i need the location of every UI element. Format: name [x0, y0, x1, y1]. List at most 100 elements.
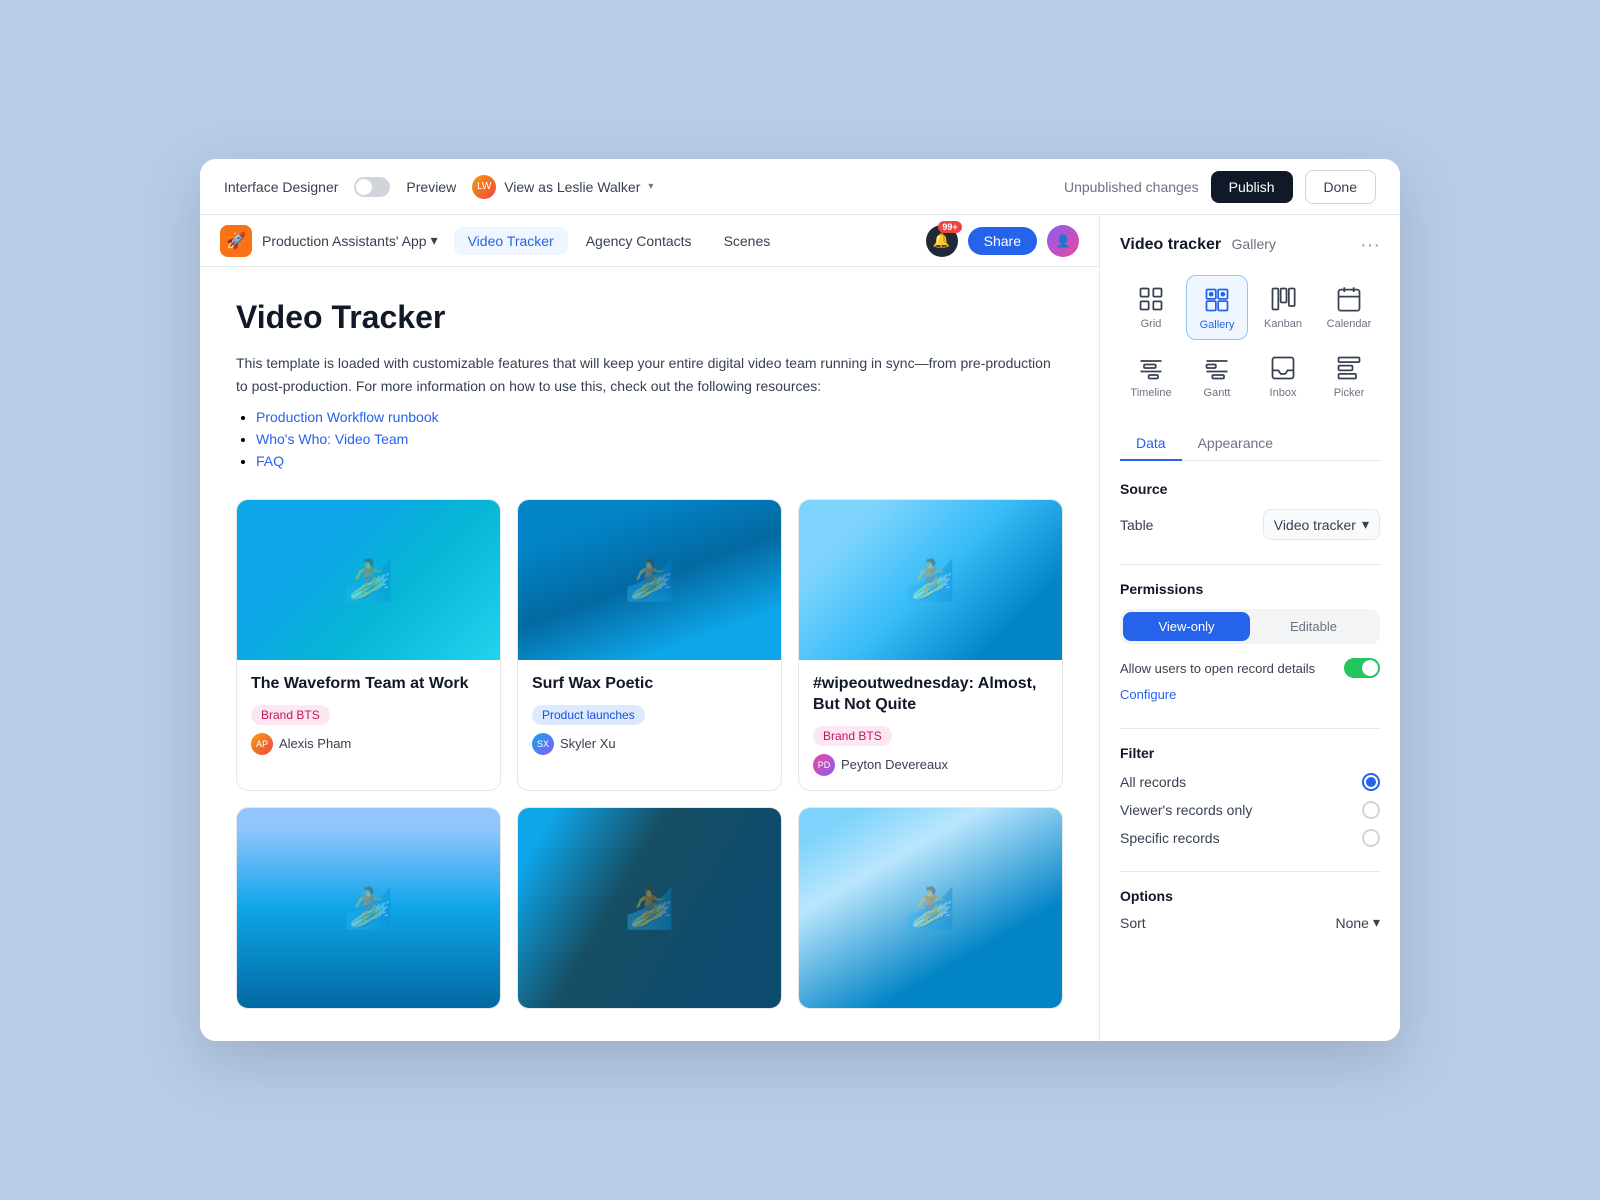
- app-icon: 🚀: [220, 225, 252, 257]
- view-timeline[interactable]: Timeline: [1120, 344, 1182, 407]
- page-description: This template is loaded with customizabl…: [236, 352, 1063, 397]
- nav-bar: 🚀 Production Assistants' App ▾ Video Tra…: [200, 215, 1099, 267]
- card-image-4: [237, 808, 500, 1008]
- view-picker[interactable]: Picker: [1318, 344, 1380, 407]
- permissions-toggle: View-only Editable: [1120, 609, 1380, 644]
- radio-viewers-records[interactable]: [1362, 801, 1380, 819]
- card-tag: Brand BTS: [251, 705, 330, 725]
- gallery-grid: The Waveform Team at Work Brand BTS AP A…: [236, 499, 1063, 1009]
- divider: [1120, 564, 1380, 565]
- grid-icon: [1137, 285, 1165, 313]
- radio-all-records[interactable]: [1362, 773, 1380, 791]
- source-label: Table: [1120, 517, 1153, 533]
- card-image-3: [799, 500, 1062, 660]
- gallery-card[interactable]: [798, 807, 1063, 1009]
- view-gantt-label: Gantt: [1204, 387, 1231, 399]
- filter-viewers-records[interactable]: Viewer's records only: [1120, 801, 1380, 819]
- view-only-button[interactable]: View-only: [1123, 612, 1250, 641]
- author-avatar: AP: [251, 733, 273, 755]
- permissions-title: Permissions: [1120, 581, 1380, 597]
- inbox-icon: [1269, 354, 1297, 382]
- picker-icon: [1335, 354, 1363, 382]
- link-workflow[interactable]: Production Workflow runbook: [256, 409, 439, 425]
- filter-all-records[interactable]: All records: [1120, 773, 1380, 791]
- calendar-icon: [1335, 285, 1363, 313]
- app-name-chevron-icon: ▾: [431, 232, 438, 249]
- view-as-avatar: LW: [472, 175, 496, 199]
- view-gantt[interactable]: Gantt: [1186, 344, 1248, 407]
- view-inbox[interactable]: Inbox: [1252, 344, 1314, 407]
- user-avatar[interactable]: 👤: [1047, 225, 1079, 257]
- view-grid[interactable]: Grid: [1120, 275, 1182, 340]
- list-item: Who's Who: Video Team: [256, 431, 1063, 449]
- view-calendar-label: Calendar: [1327, 318, 1372, 330]
- author-avatar: PD: [813, 754, 835, 776]
- radio-specific-records[interactable]: [1362, 829, 1380, 847]
- nav-right: 🔔 99+ Share 👤: [926, 225, 1079, 257]
- sort-value-select[interactable]: None ▾: [1336, 914, 1381, 931]
- tab-appearance[interactable]: Appearance: [1182, 427, 1290, 461]
- view-gallery-label: Gallery: [1200, 319, 1235, 331]
- share-button[interactable]: Share: [968, 227, 1037, 255]
- allow-toggle[interactable]: [1344, 658, 1380, 678]
- card-image-1: [237, 500, 500, 660]
- options-title: Options: [1120, 888, 1380, 904]
- gallery-card[interactable]: [517, 807, 782, 1009]
- nav-tab-video-tracker[interactable]: Video Tracker: [454, 227, 568, 255]
- card-body: #wipeoutwednesday: Almost, But Not Quite…: [799, 660, 1062, 790]
- gallery-card[interactable]: The Waveform Team at Work Brand BTS AP A…: [236, 499, 501, 791]
- badge-count: 99+: [938, 221, 961, 233]
- filter-specific-records[interactable]: Specific records: [1120, 829, 1380, 847]
- page-content: Video Tracker This template is loaded wi…: [200, 267, 1099, 1040]
- source-value: Video tracker: [1274, 517, 1356, 533]
- gallery-card[interactable]: #wipeoutwednesday: Almost, But Not Quite…: [798, 499, 1063, 791]
- card-title: Surf Wax Poetic: [532, 674, 767, 695]
- author-name: Skyler Xu: [560, 736, 616, 751]
- view-grid-label: Grid: [1141, 318, 1162, 330]
- tab-data[interactable]: Data: [1120, 427, 1182, 461]
- nav-tab-scenes[interactable]: Scenes: [710, 227, 785, 255]
- view-gallery[interactable]: Gallery: [1186, 275, 1248, 340]
- view-as-selector[interactable]: LW View as Leslie Walker ▾: [472, 175, 653, 199]
- view-calendar[interactable]: Calendar: [1318, 275, 1380, 340]
- view-kanban[interactable]: Kanban: [1252, 275, 1314, 340]
- options-section: Options Sort None ▾: [1120, 888, 1380, 931]
- app-name[interactable]: Production Assistants' App ▾: [262, 232, 438, 249]
- allow-text: Allow users to open record details: [1120, 661, 1315, 676]
- editable-button[interactable]: Editable: [1250, 612, 1377, 641]
- publish-button[interactable]: Publish: [1211, 171, 1293, 203]
- permissions-section: Permissions View-only Editable Allow use…: [1120, 581, 1380, 704]
- link-whos-who[interactable]: Who's Who: Video Team: [256, 431, 408, 447]
- gallery-card[interactable]: Surf Wax Poetic Product launches SX Skyl…: [517, 499, 782, 791]
- top-bar: Interface Designer Preview LW View as Le…: [200, 159, 1400, 215]
- panel-title-group: Video tracker Gallery: [1120, 236, 1276, 254]
- nav-tab-agency-contacts[interactable]: Agency Contacts: [572, 227, 706, 255]
- view-picker-label: Picker: [1334, 387, 1365, 399]
- panel-header: Video tracker Gallery ···: [1120, 235, 1380, 255]
- gallery-card[interactable]: [236, 807, 501, 1009]
- configure-link[interactable]: Configure: [1120, 687, 1176, 702]
- source-select[interactable]: Video tracker ▾: [1263, 509, 1380, 540]
- view-timeline-label: Timeline: [1130, 387, 1171, 399]
- view-icons: Grid Gallery Kanban: [1120, 275, 1380, 407]
- view-inbox-label: Inbox: [1270, 387, 1297, 399]
- done-button[interactable]: Done: [1305, 170, 1376, 204]
- card-image-5: [518, 808, 781, 1008]
- notification-bell[interactable]: 🔔 99+: [926, 225, 958, 257]
- app-window: Interface Designer Preview LW View as Le…: [200, 159, 1400, 1040]
- source-row: Table Video tracker ▾: [1120, 509, 1380, 540]
- card-body: Surf Wax Poetic Product launches SX Skyl…: [518, 660, 781, 769]
- list-item: FAQ: [256, 453, 1063, 471]
- panel-tabs: Data Appearance: [1120, 427, 1380, 461]
- card-image-2: [518, 500, 781, 660]
- panel-more-icon[interactable]: ···: [1360, 235, 1380, 255]
- link-faq[interactable]: FAQ: [256, 453, 284, 469]
- card-author: AP Alexis Pham: [251, 733, 486, 755]
- panel-subtitle: Gallery: [1232, 236, 1276, 252]
- preview-toggle[interactable]: [354, 177, 390, 197]
- content-area: 🚀 Production Assistants' App ▾ Video Tra…: [200, 215, 1100, 1040]
- author-name: Alexis Pham: [279, 736, 351, 751]
- filter-all-label: All records: [1120, 774, 1186, 790]
- divider: [1120, 871, 1380, 872]
- author-name: Peyton Devereaux: [841, 757, 948, 772]
